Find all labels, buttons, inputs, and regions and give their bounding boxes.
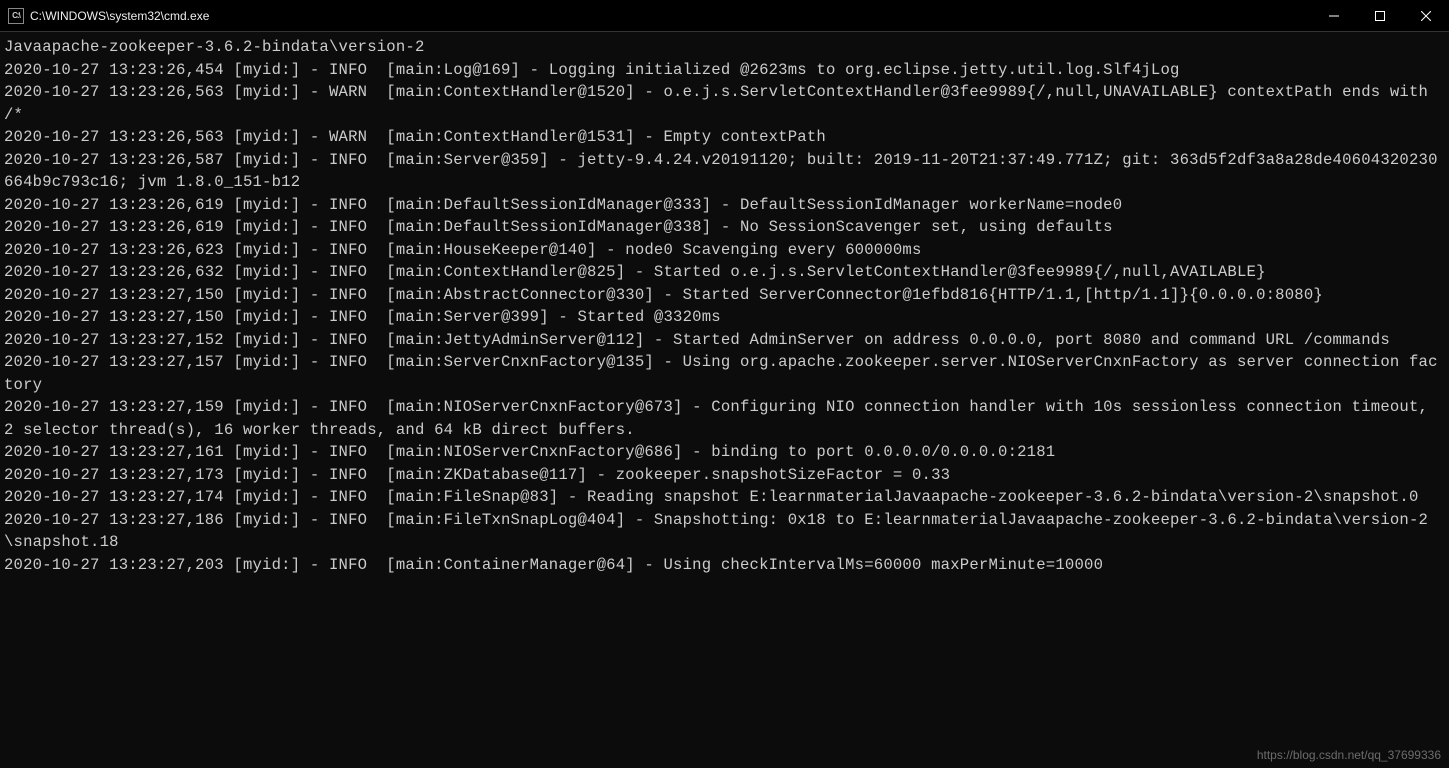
maximize-button[interactable] <box>1357 0 1403 32</box>
watermark-text: https://blog.csdn.net/qq_37699336 <box>1257 748 1441 762</box>
window-title: C:\WINDOWS\system32\cmd.exe <box>30 9 209 23</box>
console-output[interactable]: Javaapache-zookeeper-3.6.2-bindata\versi… <box>0 32 1449 580</box>
maximize-icon <box>1375 11 1385 21</box>
minimize-icon <box>1329 11 1339 21</box>
cmd-icon: C:\ <box>8 8 24 24</box>
window-titlebar: C:\ C:\WINDOWS\system32\cmd.exe <box>0 0 1449 32</box>
close-icon <box>1421 11 1431 21</box>
close-button[interactable] <box>1403 0 1449 32</box>
minimize-button[interactable] <box>1311 0 1357 32</box>
